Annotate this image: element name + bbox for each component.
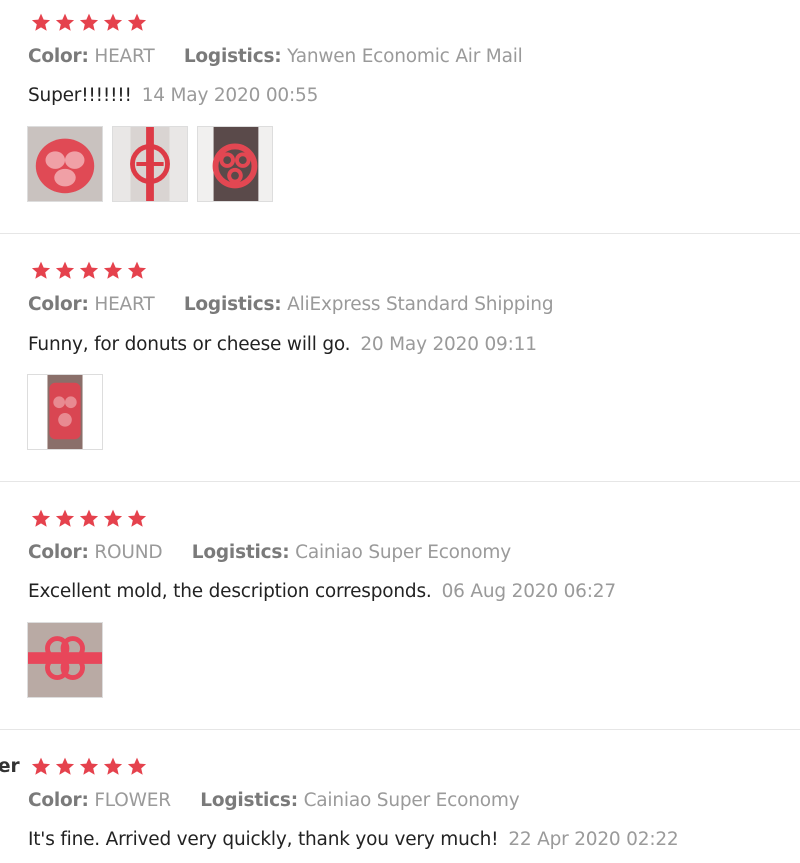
star-icon [54, 508, 76, 530]
review-meta: Color: HEART Logistics: AliExpress Stand… [28, 294, 554, 315]
review-text: Funny, for donuts or cheese will go. 20 M… [28, 334, 537, 355]
review-photo-thumbnail[interactable] [27, 374, 103, 450]
review-photo-thumbnail[interactable] [27, 622, 103, 698]
review-date: 22 Apr 2020 02:22 [508, 829, 679, 850]
star-icon [126, 260, 148, 282]
star-icon [78, 260, 100, 282]
color-label: Color: [28, 790, 89, 811]
review-photo-thumbnail[interactable] [27, 126, 103, 202]
logistics-label: Logistics: [183, 294, 282, 315]
star-rating [30, 12, 148, 34]
star-icon [102, 508, 124, 530]
color-value: HEART [94, 294, 155, 315]
photo-list [27, 126, 273, 202]
review-text: Super!!!!!!! 14 May 2020 00:55 [28, 85, 318, 106]
star-icon [78, 12, 100, 34]
color-label: Color: [28, 542, 89, 563]
logistics-label: Logistics: [183, 46, 282, 67]
star-icon [102, 756, 124, 778]
review-meta: Color: ROUND Logistics: Cainiao Super Ec… [28, 542, 511, 563]
star-rating [30, 508, 148, 530]
star-icon [102, 260, 124, 282]
review-date: 06 Aug 2020 06:27 [441, 581, 617, 602]
star-rating [30, 260, 148, 282]
star-icon [30, 508, 52, 530]
review-text: Excellent mold, the description correspo… [28, 581, 616, 602]
review-divider [0, 233, 800, 234]
review-divider [0, 729, 800, 730]
logistics-label: Logistics: [191, 542, 290, 563]
star-icon [54, 756, 76, 778]
review-body: Excellent mold, the description correspo… [28, 581, 432, 602]
review-body: Funny, for donuts or cheese will go. [28, 334, 351, 355]
review-body: It's fine. Arrived very quickly, thank y… [28, 829, 499, 850]
star-icon [30, 12, 52, 34]
review-body: Super!!!!!!! [28, 85, 132, 106]
logistics-label: Logistics: [200, 790, 298, 811]
photo-list [27, 374, 103, 450]
review-date: 14 May 2020 00:55 [141, 85, 319, 106]
color-label: Color: [28, 294, 89, 315]
star-icon [102, 12, 124, 34]
logistics-value: Yanwen Economic Air Mail [287, 46, 523, 67]
star-icon [126, 508, 148, 530]
photo-list [27, 622, 103, 698]
review-date: 20 May 2020 09:11 [360, 334, 537, 355]
star-icon [126, 12, 148, 34]
review-photo-thumbnail[interactable] [197, 126, 273, 202]
star-icon [30, 260, 52, 282]
star-icon [78, 756, 100, 778]
color-value: HEART [94, 46, 155, 67]
star-icon [54, 260, 76, 282]
star-icon [30, 756, 52, 778]
color-label: Color: [28, 46, 89, 67]
star-icon [126, 756, 148, 778]
color-value: ROUND [94, 542, 163, 563]
review-photo-thumbnail[interactable] [112, 126, 188, 202]
review-meta: Color: FLOWER Logistics: Cainiao Super E… [28, 790, 520, 811]
star-rating [30, 756, 148, 778]
logistics-value: Cainiao Super Economy [295, 542, 511, 563]
star-icon [54, 12, 76, 34]
star-icon [78, 508, 100, 530]
logistics-value: AliExpress Standard Shipping [287, 294, 554, 315]
username-fragment: er [0, 756, 20, 777]
logistics-value: Cainiao Super Economy [303, 790, 520, 811]
review-meta: Color: HEART Logistics: Yanwen Economic … [28, 46, 523, 67]
review-text: It's fine. Arrived very quickly, thank y… [28, 829, 679, 850]
color-value: FLOWER [94, 790, 171, 811]
review-divider [0, 481, 800, 482]
